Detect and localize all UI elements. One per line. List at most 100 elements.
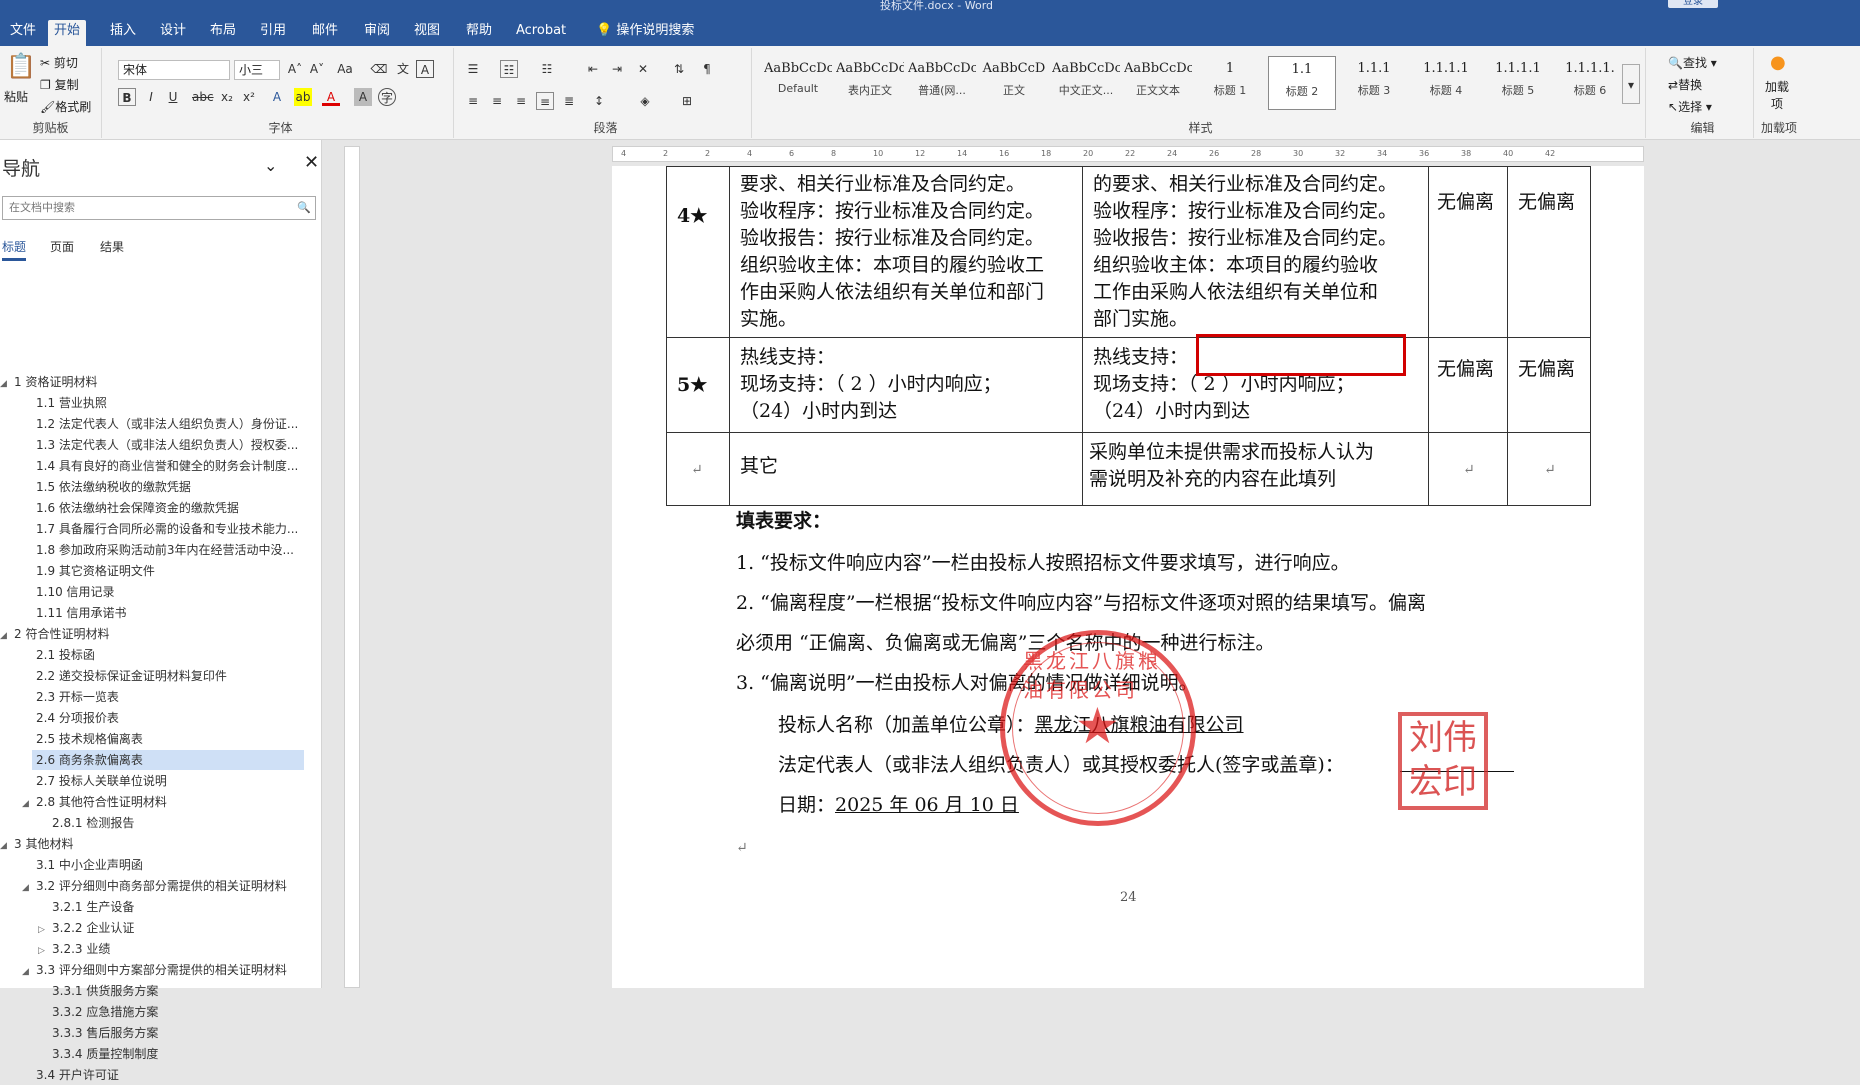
- tab-home[interactable]: 开始: [48, 20, 87, 46]
- nav-heading-item[interactable]: 3.1 中小企业声明函: [0, 855, 143, 875]
- superscript-icon[interactable]: x²: [240, 88, 258, 106]
- chinese-layout-icon[interactable]: ✕: [634, 60, 652, 78]
- nav-heading-item[interactable]: ◢ 3 其他材料: [0, 834, 73, 854]
- tab-mailings[interactable]: 邮件: [306, 20, 344, 46]
- nav-heading-item[interactable]: 1.6 依法缴纳社会保障资金的缴款凭据: [0, 498, 239, 518]
- style-item[interactable]: AaBbCcDc 正文文本: [1124, 56, 1192, 110]
- nav-heading-item[interactable]: 3.3.2 应急措施方案: [0, 1002, 158, 1022]
- clear-format-icon[interactable]: ⌫: [370, 60, 388, 78]
- table-cell-note[interactable]: ↵: [1507, 432, 1591, 506]
- align-left-icon[interactable]: ≡: [464, 92, 482, 110]
- table-cell-note[interactable]: 无偏离: [1507, 337, 1591, 433]
- style-item[interactable]: 1.1 标题 2: [1268, 56, 1336, 110]
- align-center-icon[interactable]: ≡: [488, 92, 506, 110]
- style-item[interactable]: 1 标题 1: [1196, 56, 1264, 110]
- line-spacing-icon[interactable]: ↕: [590, 92, 608, 110]
- style-item[interactable]: AaBbCcD 正文: [980, 56, 1048, 110]
- tell-me-search[interactable]: 💡 操作说明搜索: [590, 20, 700, 46]
- bullets-icon[interactable]: ☰: [464, 60, 482, 78]
- enclose-char-icon[interactable]: 字: [378, 88, 396, 106]
- nav-heading-item[interactable]: ▷ 3.2.3 业绩: [0, 939, 110, 959]
- nav-heading-item[interactable]: 2.6 商务条款偏离表: [32, 750, 304, 770]
- collapse-icon[interactable]: ◢: [0, 626, 14, 646]
- table-cell-requirement[interactable]: 其它: [729, 432, 1083, 506]
- copy-button[interactable]: ❐ 复制: [40, 76, 79, 93]
- nav-heading-item[interactable]: 3.4 开户许可证: [0, 1065, 119, 1085]
- style-item[interactable]: AaBbCcDdI 表内正文: [836, 56, 904, 110]
- nav-heading-item[interactable]: 1.5 依法缴纳税收的缴款凭据: [0, 477, 191, 497]
- nav-heading-item[interactable]: 3.3.4 质量控制制度: [0, 1044, 158, 1064]
- nav-tab-headings[interactable]: 标题: [2, 238, 27, 261]
- bold-icon[interactable]: B: [118, 88, 136, 106]
- numbering-icon[interactable]: ☷: [500, 60, 518, 78]
- align-right-icon[interactable]: ≡: [512, 92, 530, 110]
- nav-heading-item[interactable]: 2.2 递交投标保证金证明材料复印件: [0, 666, 227, 686]
- collapse-icon[interactable]: ◢: [22, 962, 36, 982]
- tab-references[interactable]: 引用: [254, 20, 292, 46]
- subscript-icon[interactable]: x₂: [218, 88, 236, 106]
- nav-heading-item[interactable]: 2.3 开标一览表: [0, 687, 119, 707]
- expand-icon[interactable]: ▷: [38, 941, 52, 961]
- highlight-icon[interactable]: ab: [294, 88, 312, 106]
- style-item[interactable]: 1.1.1.1 标题 4: [1412, 56, 1480, 110]
- nav-heading-item[interactable]: 2.1 投标函: [0, 645, 95, 665]
- table-cell-requirement[interactable]: 要求、相关行业标准及合同约定。 验收程序：按行业标准及合同约定。 验收报告：按行业标…: [729, 166, 1083, 338]
- tab-file[interactable]: 文件: [4, 20, 42, 46]
- shrink-font-icon[interactable]: A˅: [308, 60, 326, 78]
- nav-heading-item[interactable]: 1.4 具有良好的商业信誉和健全的财务会计制度...: [0, 456, 298, 476]
- style-item[interactable]: 1.1.1.1 标题 5: [1484, 56, 1552, 110]
- select-button[interactable]: ↖选择 ▾: [1668, 98, 1712, 115]
- nav-heading-item[interactable]: 3.3.1 供货服务方案: [0, 981, 158, 1001]
- close-icon[interactable]: ✕: [304, 152, 319, 173]
- table-cell-deviation[interactable]: 无偏离: [1428, 166, 1508, 338]
- nav-heading-item[interactable]: 2.8.1 检测报告: [0, 813, 134, 833]
- expand-icon[interactable]: ▷: [38, 920, 52, 940]
- strikethrough-icon[interactable]: abc: [192, 88, 214, 106]
- style-item[interactable]: AaBbCcDc 普通(网...: [908, 56, 976, 110]
- decrease-indent-icon[interactable]: ⇤: [584, 60, 602, 78]
- change-case-icon[interactable]: Aa: [336, 60, 354, 78]
- table-cell-no[interactable]: 5★: [666, 337, 730, 433]
- format-painter-button[interactable]: 🖌格式刷: [40, 98, 91, 115]
- borders-icon[interactable]: ⊞: [678, 92, 696, 110]
- nav-heading-item[interactable]: ◢ 2.8 其他符合性证明材料: [0, 792, 167, 812]
- char-border-icon[interactable]: A: [416, 60, 434, 78]
- font-color-icon[interactable]: A: [322, 88, 340, 106]
- font-size-combo[interactable]: 小三: [234, 60, 280, 80]
- table-cell-deviation[interactable]: 无偏离: [1428, 337, 1508, 433]
- table-cell-note[interactable]: 无偏离: [1507, 166, 1591, 338]
- collapse-icon[interactable]: ◢: [22, 878, 36, 898]
- nav-heading-item[interactable]: ▷ 3.2.2 企业认证: [0, 918, 134, 938]
- nav-heading-item[interactable]: 2.4 分项报价表: [0, 708, 119, 728]
- shading-icon[interactable]: ◈: [636, 92, 654, 110]
- increase-indent-icon[interactable]: ⇥: [608, 60, 626, 78]
- table-cell-deviation[interactable]: ↵: [1428, 432, 1508, 506]
- nav-heading-item[interactable]: ◢ 3.2 评分细则中商务部分需提供的相关证明材料: [0, 876, 287, 896]
- table-cell-response[interactable]: 的要求、相关行业标准及合同约定。 验收程序：按行业标准及合同约定。 验收报告：按行业…: [1082, 166, 1429, 338]
- nav-heading-item[interactable]: 1.2 法定代表人（或非法人组织负责人）身份证...: [0, 414, 298, 434]
- nav-options-icon[interactable]: ⌄: [264, 156, 277, 175]
- sort-icon[interactable]: ⇅: [670, 60, 688, 78]
- tab-acrobat[interactable]: Acrobat: [510, 20, 572, 46]
- style-item[interactable]: 1.1.1 标题 3: [1340, 56, 1408, 110]
- collapse-icon[interactable]: ◢: [0, 836, 14, 856]
- tab-insert[interactable]: 插入: [104, 20, 142, 46]
- nav-search-input[interactable]: 在文档中搜索 🔍: [2, 196, 316, 220]
- cut-button[interactable]: ✂ 剪切: [40, 54, 78, 71]
- paste-button[interactable]: 粘贴: [4, 88, 28, 105]
- nav-heading-item[interactable]: 1.1 营业执照: [0, 393, 107, 413]
- nav-heading-item[interactable]: 3.3.3 售后服务方案: [0, 1023, 158, 1043]
- nav-heading-item[interactable]: 1.10 信用记录: [0, 582, 115, 602]
- tab-help[interactable]: 帮助: [460, 20, 498, 46]
- collapse-icon[interactable]: ◢: [22, 794, 36, 814]
- nav-heading-item[interactable]: 1.9 其它资格证明文件: [0, 561, 155, 581]
- nav-tab-pages[interactable]: 页面: [50, 238, 74, 255]
- style-item[interactable]: AaBbCcDc 中文正文...: [1052, 56, 1120, 110]
- login-button[interactable]: 登录: [1668, 0, 1718, 8]
- underline-icon[interactable]: U: [164, 88, 182, 106]
- paste-icon[interactable]: 📋: [6, 52, 36, 80]
- addins-icon[interactable]: ●: [1770, 52, 1786, 73]
- nav-heading-item[interactable]: 1.7 具备履行合同所必需的设备和专业技术能力...: [0, 519, 298, 539]
- nav-heading-item[interactable]: 2.7 投标人关联单位说明: [0, 771, 167, 791]
- nav-heading-item[interactable]: ◢ 1 资格证明材料: [0, 372, 97, 392]
